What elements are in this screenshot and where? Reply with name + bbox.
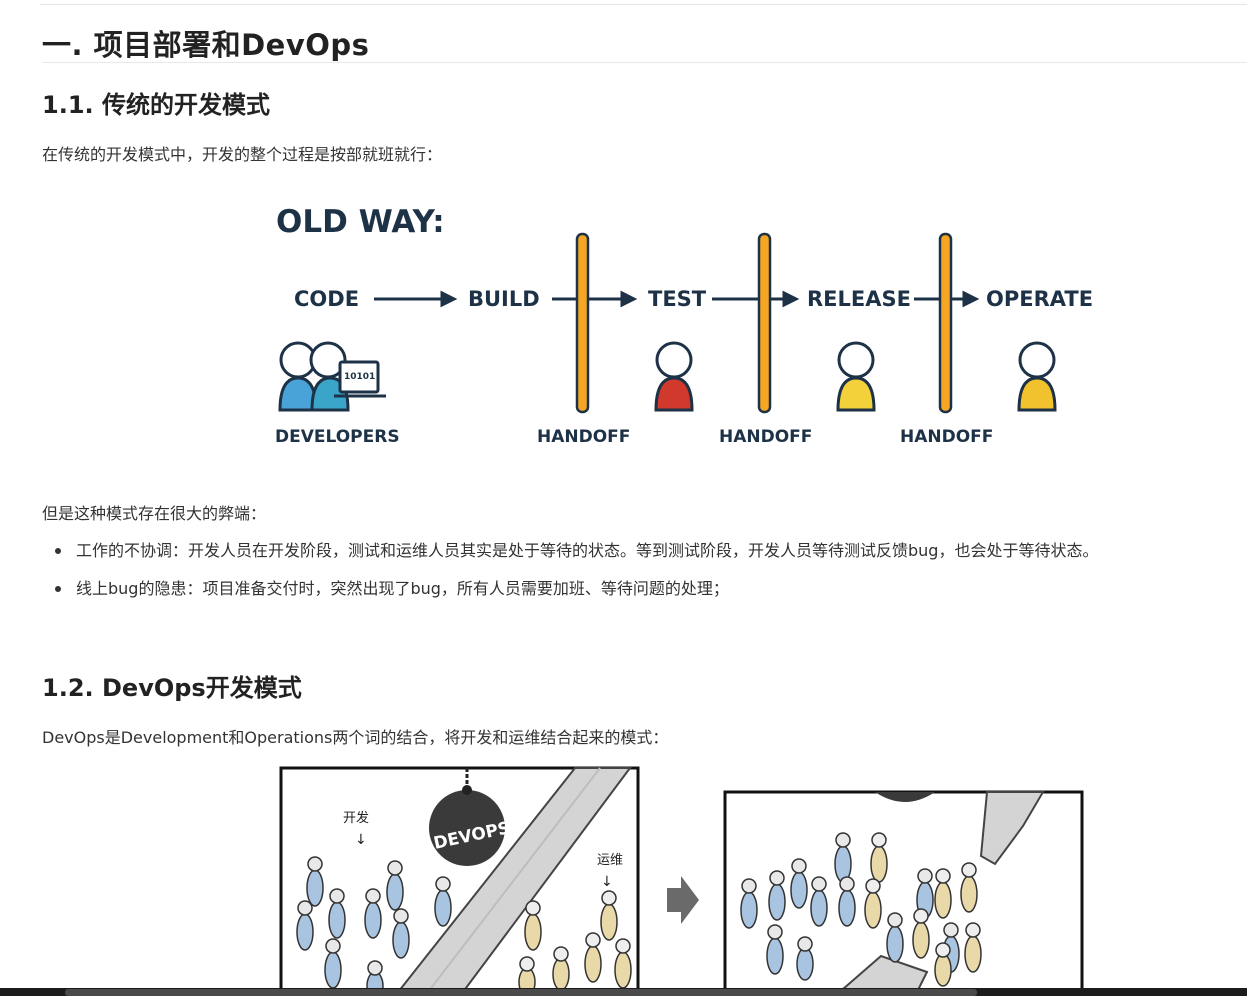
list-item-text: 工作的不协调：开发人员在开发阶段，测试和运维人员其实是处于等待的状态。等到测试阶…	[76, 541, 1099, 560]
stage-build: BUILD	[468, 287, 540, 311]
stage-release: RELEASE	[807, 287, 911, 311]
list-item-text: 线上bug的隐患：项目准备交付时，突然出现了bug，所有人员需要加班、等待问题的…	[76, 579, 729, 598]
handoff-label-1: HANDOFF	[537, 427, 630, 447]
dev-label: 开发	[343, 810, 369, 826]
ops-arrow: ↓	[601, 874, 613, 890]
stage-test: TEST	[648, 287, 707, 311]
laptop-binary-text: 10101	[344, 372, 375, 382]
devops-comic: DEVOPS 开发 ↓ 运维 ↓	[279, 766, 1084, 996]
top-divider	[40, 4, 1247, 5]
release-figure	[836, 341, 876, 412]
title-divider	[42, 62, 1247, 63]
dev-arrow: ↓	[355, 832, 367, 848]
bullet	[55, 586, 61, 592]
horizontal-scrollbar[interactable]	[0, 988, 1247, 996]
stage-code: CODE	[294, 287, 359, 311]
tester-figure	[654, 341, 694, 412]
ops-label: 运维	[597, 853, 623, 868]
transition-arrow	[667, 876, 699, 924]
problems-intro: 但是这种模式存在很大的弊端：	[42, 504, 267, 523]
diagram-title: OLD WAY:	[276, 204, 445, 240]
section-intro-devops: DevOps是Development和Operations两个词的结合，将开发和…	[42, 728, 669, 747]
page-title: 一. 项目部署和DevOps	[42, 28, 370, 62]
section-heading-traditional: 1.1. 传统的开发模式	[42, 91, 270, 119]
scrollbar-thumb[interactable]	[65, 989, 977, 996]
problems-list: 工作的不协调：开发人员在开发阶段，测试和运维人员其实是处于等待的状态。等到测试阶…	[42, 540, 1098, 616]
operate-figure	[1017, 341, 1057, 412]
section-intro-traditional: 在传统的开发模式中，开发的整个过程是按部就班就行：	[42, 145, 443, 164]
handoff-label-2: HANDOFF	[719, 427, 812, 447]
developers-label: DEVELOPERS	[275, 427, 400, 447]
old-way-diagram: OLD WAY: CODE BUILD TEST RELEASE OPERATE…	[275, 204, 1093, 447]
list-item: 工作的不协调：开发人员在开发阶段，测试和运维人员其实是处于等待的状态。等到测试阶…	[42, 540, 1098, 578]
bullet	[55, 548, 61, 554]
handoff-bars	[575, 232, 953, 414]
list-item: 线上bug的隐患：项目准备交付时，突然出现了bug，所有人员需要加班、等待问题的…	[42, 578, 1098, 616]
section-heading-devops: 1.2. DevOps开发模式	[42, 674, 302, 702]
handoff-label-3: HANDOFF	[900, 427, 993, 447]
stage-operate: OPERATE	[986, 287, 1093, 311]
